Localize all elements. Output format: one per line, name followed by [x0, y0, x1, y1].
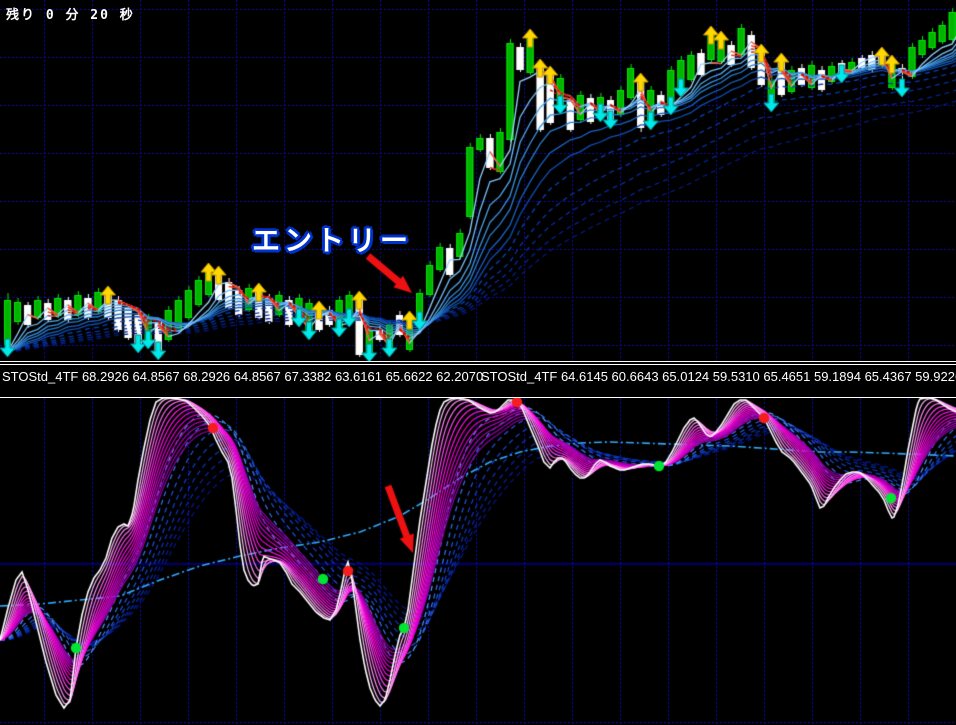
timer-countdown-label: 残り 0 分 20 秒: [6, 8, 135, 23]
indicator-values-right: STOStd_4TF 64.6145 60.6643 65.0124 59.53…: [481, 369, 956, 384]
separator-bottom-line: [0, 397, 956, 398]
indicator-separator[interactable]: STOStd_4TF 68.2926 64.8567 68.2926 64.85…: [0, 361, 956, 398]
separator-top-line[interactable]: [0, 361, 956, 362]
stochastic-chart-canvas[interactable]: [0, 398, 956, 725]
entry-annotation-label: エントリー: [252, 225, 413, 256]
separator-inner-line: [0, 364, 956, 365]
mt4-chart-window: 残り 0 分 20 秒 エントリー STOStd_4TF 68.2926 64.…: [0, 0, 956, 725]
price-chart-canvas[interactable]: [0, 0, 956, 361]
indicator-values-left: STOStd_4TF 68.2926 64.8567 68.2926 64.85…: [2, 369, 484, 384]
